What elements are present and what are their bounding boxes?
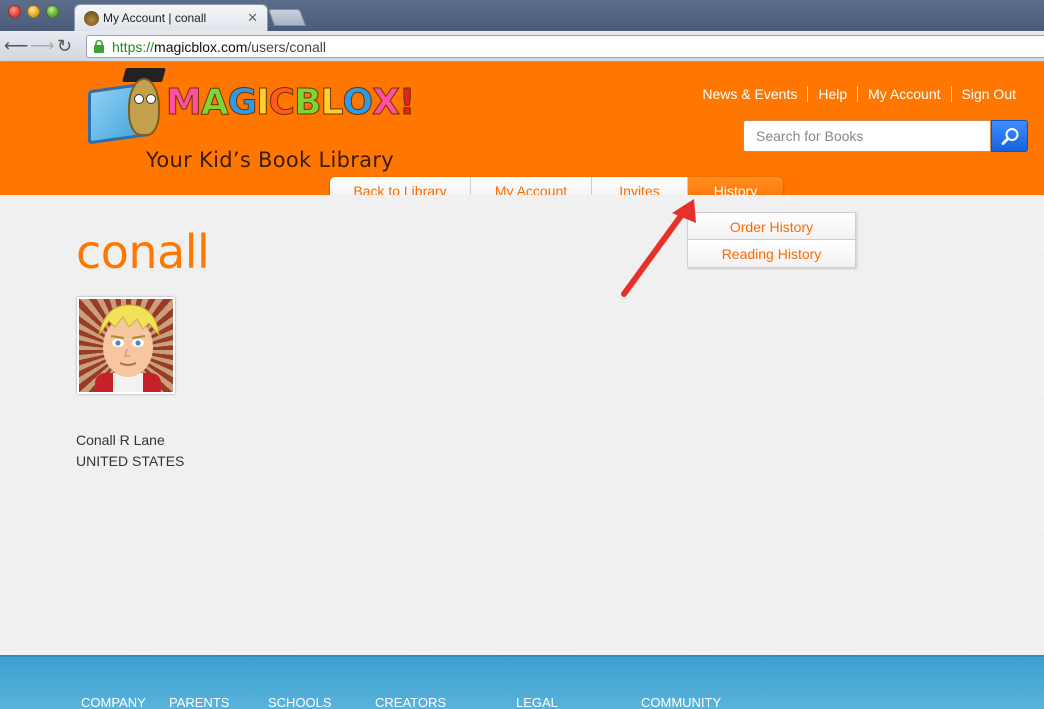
search-button[interactable] [991, 120, 1028, 152]
logo-wordmark: MAGICBLOX! [166, 82, 416, 124]
logo-letter: G [227, 82, 258, 124]
lock-icon [94, 40, 104, 53]
page-title: conall [76, 225, 210, 279]
close-window-button[interactable] [8, 5, 21, 18]
footer-creators[interactable]: CREATORS [375, 695, 446, 709]
back-arrow-icon[interactable]: ⟵ [4, 36, 28, 56]
profile-full-name: Conall R Lane [76, 432, 165, 448]
search-icon [1001, 128, 1019, 145]
magicblox-logo[interactable]: MAGICBLOX! Your Kid’s Book Library [88, 68, 443, 172]
profile-country: UNITED STATES [76, 453, 185, 469]
site-favicon-icon [84, 11, 99, 26]
tagline: Your Kid’s Book Library [146, 148, 394, 172]
footer-schools[interactable]: SCHOOLS [268, 695, 332, 709]
reading-history-item[interactable]: Reading History [687, 240, 856, 268]
annotation-arrow-icon [621, 199, 696, 297]
footer-legal[interactable]: LEGAL [516, 695, 558, 709]
avatar-face-icon [95, 304, 161, 392]
footer-company[interactable]: COMPANY [81, 695, 146, 709]
tab-title: My Account | conall [103, 11, 207, 25]
help-link[interactable]: Help [807, 86, 857, 102]
order-history-item[interactable]: Order History [687, 212, 856, 240]
browser-tab[interactable]: My Account | conall ✕ [74, 4, 268, 32]
browser-titlebar: My Account | conall ✕ [0, 0, 1044, 32]
search-input[interactable] [743, 120, 991, 152]
bookworm-mascot-icon [128, 78, 160, 136]
url-text: https://magicblox.com/users/conall [112, 39, 326, 55]
main-content: Order History Reading History conall Con… [0, 195, 1044, 655]
site-header: MAGICBLOX! Your Kid’s Book Library News … [0, 62, 1044, 195]
my-account-link[interactable]: My Account [857, 86, 950, 102]
logo-letter: M [166, 82, 203, 124]
footer-parents[interactable]: PARENTS [169, 695, 229, 709]
browser-toolbar: ⟵ ⟶ ↻ https://magicblox.com/users/conall [0, 31, 1044, 62]
logo-letter: O [342, 82, 374, 124]
avatar [77, 297, 175, 394]
forward-arrow-icon[interactable]: ⟶ [30, 36, 54, 56]
sign-out-link[interactable]: Sign Out [950, 86, 1026, 102]
site-footer: COMPANY PARENTS SCHOOLS CREATORS LEGAL C… [0, 655, 1044, 709]
footer-community[interactable]: COMMUNITY [641, 695, 721, 709]
reload-icon[interactable]: ↻ [57, 36, 72, 56]
history-dropdown: Order History Reading History [687, 212, 856, 268]
logo-letter: L [320, 82, 344, 124]
close-tab-icon[interactable]: ✕ [247, 10, 258, 26]
logo-letter: B [294, 82, 322, 124]
zoom-window-button[interactable] [46, 5, 59, 18]
logo-letter: C [268, 82, 295, 124]
logo-letter: X [372, 82, 401, 124]
logo-letter: I [256, 82, 270, 124]
minimize-window-button[interactable] [27, 5, 40, 18]
logo-letter: ! [398, 82, 415, 124]
news-events-link[interactable]: News & Events [692, 86, 807, 102]
top-links: News & Events Help My Account Sign Out [692, 86, 1026, 102]
logo-letter: A [200, 82, 229, 124]
address-bar[interactable]: https://magicblox.com/users/conall [86, 35, 1044, 58]
new-tab-button[interactable] [267, 9, 307, 26]
